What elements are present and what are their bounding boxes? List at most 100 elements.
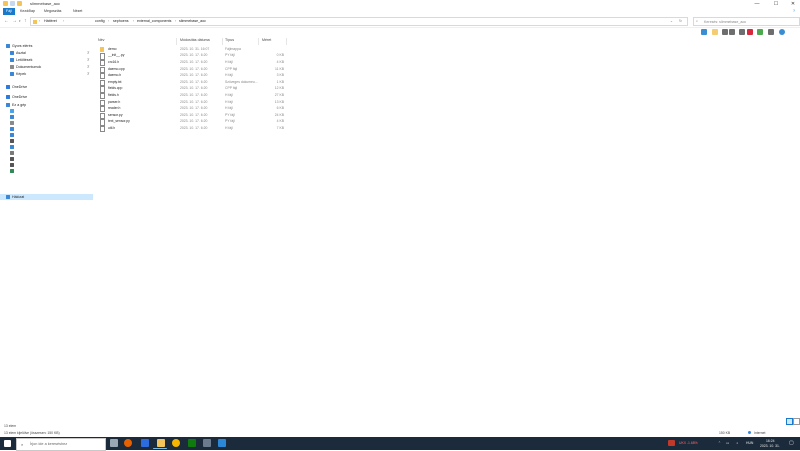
details-view-icon[interactable] <box>786 418 793 425</box>
pin-icon: ⊼ <box>87 65 90 69</box>
table-row[interactable]: reader.h 2023. 10. 17. 6:20 H fájl 6 KB <box>96 105 296 113</box>
maximize-button[interactable]: ☐ <box>769 0 783 8</box>
chevron-right-icon[interactable]: › <box>175 19 176 23</box>
breadcrumb-item[interactable]: config <box>95 19 105 23</box>
sidebar-item[interactable]: Gyors elérés <box>0 43 93 49</box>
file-explorer-icon[interactable] <box>157 439 165 447</box>
large-icons-view-icon[interactable] <box>793 418 800 425</box>
volume-icon[interactable]: ◖ <box>736 441 738 445</box>
file-name: util.h <box>108 125 116 130</box>
stock-chart-icon <box>668 440 675 446</box>
taskbar-search-box[interactable]: ⌕ Írjon ide a kereséshez <box>16 438 106 451</box>
chrome-icon[interactable] <box>172 439 180 447</box>
app-green-icon[interactable] <box>188 439 196 447</box>
table-row[interactable]: crc16.h 2023. 10. 17. 6:20 H fájl 4 KB <box>96 59 296 67</box>
sidebar-item[interactable]: OneDrive <box>0 84 93 90</box>
app-blue-icon[interactable] <box>218 439 226 447</box>
network-icon[interactable]: ▭ <box>726 441 729 445</box>
minimize-button[interactable]: — <box>750 0 764 8</box>
close-button[interactable]: ✕ <box>786 0 800 8</box>
properties-icon[interactable] <box>10 1 15 6</box>
search-box[interactable]: ⌕ Keresés: slimmebase_aoc <box>693 17 800 26</box>
file-list: Név Módosítás dátuma Típus Méret demo 202… <box>96 38 296 138</box>
delete-icon[interactable] <box>747 29 753 35</box>
tab-share[interactable]: Megosztás <box>41 8 64 15</box>
sidebar-item[interactable]: Képek ⊼ <box>0 71 93 77</box>
help-icon[interactable]: ? <box>790 8 798 15</box>
selection-info: 13 elem kijelölve (összesen: 150 KB) <box>4 431 60 435</box>
notifications-icon[interactable]: ▢ <box>789 440 794 446</box>
breadcrumb-item[interactable]: sephoens <box>113 19 129 23</box>
windows-start-icon[interactable] <box>4 440 11 447</box>
chevron-right-icon[interactable]: › <box>108 19 109 23</box>
stock-ticker[interactable]: UKX -1.68% <box>679 441 698 445</box>
column-divider[interactable] <box>176 38 177 45</box>
up-arrow-icon[interactable]: ↑ <box>24 18 27 24</box>
tab-home[interactable]: Kezdőlap <box>17 8 38 15</box>
table-row[interactable]: text_sensor.py 2023. 10. 17. 6:20 PY fájl 4… <box>96 119 296 126</box>
column-header-size[interactable]: Méret <box>262 38 271 42</box>
address-bar[interactable]: › Háttéret › config › sephoens › externa… <box>30 17 688 26</box>
media-app-icon[interactable] <box>141 439 149 447</box>
paste-icon[interactable] <box>739 29 745 35</box>
table-row[interactable]: demo 2023. 10. 31. 16:07 Fájlmappa <box>96 46 296 53</box>
folder-icon <box>33 19 37 24</box>
clock-date[interactable]: 2023. 10. 31. <box>760 444 780 448</box>
column-divider[interactable] <box>222 38 223 45</box>
chevron-down-icon[interactable]: ▾ <box>19 19 21 23</box>
layout-icon[interactable] <box>701 29 707 35</box>
column-divider[interactable] <box>258 38 259 45</box>
refresh-icon[interactable]: ↻ <box>679 19 682 23</box>
firefox-icon[interactable] <box>124 439 132 447</box>
file-name: text_sensor.py <box>108 119 130 124</box>
table-row[interactable]: util.h 2023. 10. 17. 6:20 H fájl 7 KB <box>96 125 296 133</box>
breadcrumb-item[interactable]: slimmebase_aoc <box>179 19 206 23</box>
clock-time[interactable]: 16:24 <box>766 439 775 443</box>
breadcrumb-item[interactable]: external_components <box>137 19 171 23</box>
selection-size: 150 KB <box>719 431 731 435</box>
column-divider[interactable] <box>286 38 287 45</box>
folder-icon <box>100 46 104 52</box>
column-header-date[interactable]: Módosítás dátuma <box>180 38 210 42</box>
table-row[interactable]: fields.cpp 2023. 10. 17. 6:20 CPP fájl 12 K… <box>96 86 296 93</box>
chevron-right-icon[interactable]: › <box>63 19 64 23</box>
table-row[interactable]: sensor.py 2023. 10. 17. 6:20 PY fájl 24 KB <box>96 112 296 119</box>
tab-file[interactable]: Fájl <box>3 8 15 15</box>
file-name: sensor.py <box>108 112 123 117</box>
table-row[interactable]: fields.h 2023. 10. 17. 6:20 H fájl 27 KB <box>96 92 296 100</box>
table-row[interactable]: __init__.py 2023. 10. 17. 6:20 PY fájl 0 KB <box>96 53 296 60</box>
chevron-down-icon[interactable]: ⌄ <box>670 19 673 23</box>
new-folder-icon[interactable] <box>17 1 22 6</box>
check-icon[interactable] <box>757 29 763 35</box>
network-icon <box>6 195 10 199</box>
task-view-icon[interactable] <box>110 439 118 447</box>
table-row[interactable]: parser.h 2023. 10. 17. 6:20 H fájl 13 KB <box>96 99 296 106</box>
chevron-up-icon[interactable]: ⌃ <box>718 441 721 445</box>
forward-arrow-icon[interactable]: → <box>12 18 17 24</box>
back-arrow-icon[interactable]: ← <box>4 18 9 24</box>
copy-icon[interactable] <box>729 29 735 35</box>
sidebar-item[interactable]: Letöltések ⊼ <box>0 57 93 63</box>
sidebar-item[interactable]: Dokumentumok ⊼ <box>0 64 93 70</box>
column-header-name[interactable]: Név <box>98 38 104 42</box>
globe-icon[interactable] <box>779 29 785 35</box>
chevron-right-icon[interactable]: › <box>39 19 40 23</box>
tab-view[interactable]: Nézet <box>70 8 85 15</box>
table-row[interactable]: daemo.cpp 2023. 10. 17. 6:20 CPP fájl 11 KB <box>96 66 296 73</box>
cut-icon[interactable] <box>722 29 728 35</box>
sidebar-item[interactable]: Asztal ⊼ <box>0 50 93 56</box>
calculator-icon[interactable] <box>203 439 211 447</box>
file-type: Fájlmappa <box>225 46 241 51</box>
breadcrumb-item[interactable]: Háttéret <box>44 19 57 23</box>
sidebar-item[interactable]: OneDrive <box>0 94 93 100</box>
column-header-type[interactable]: Típus <box>225 38 234 42</box>
input-language[interactable]: HUN <box>746 441 753 445</box>
active-app-indicator <box>153 448 167 449</box>
sidebar-item[interactable]: Hálózat <box>0 194 93 200</box>
note-icon[interactable] <box>712 29 718 35</box>
table-row[interactable]: empty.txt 2023. 10. 17. 6:20 Szöveges doku… <box>96 79 296 86</box>
table-row[interactable]: daemo.h 2023. 10. 17. 6:20 H fájl 3 KB <box>96 72 296 80</box>
sidebar-item[interactable] <box>0 168 93 174</box>
chevron-right-icon[interactable]: › <box>133 19 134 23</box>
share-icon[interactable] <box>768 29 774 35</box>
